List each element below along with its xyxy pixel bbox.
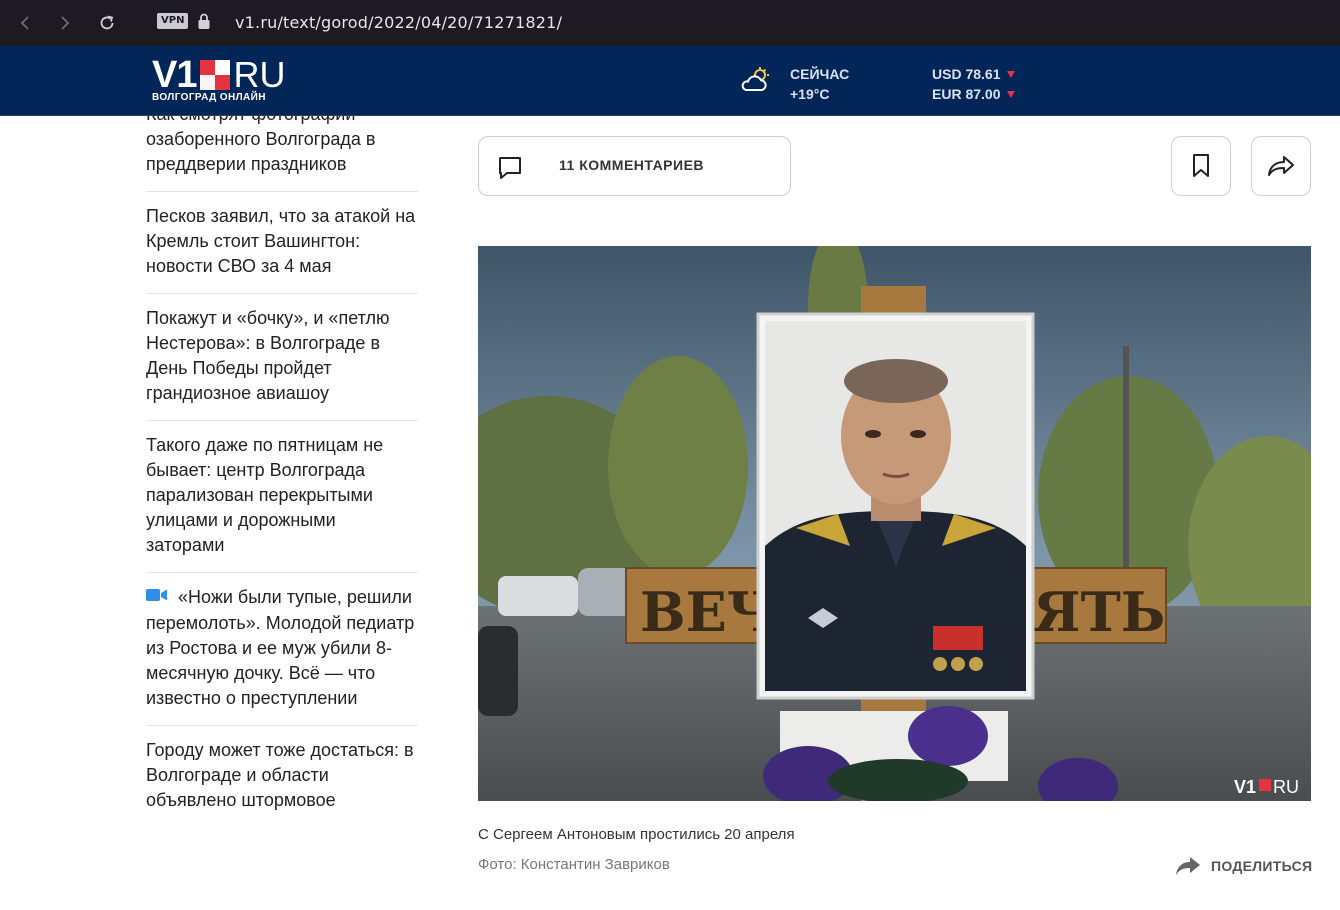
share-arrow-icon [1268, 156, 1294, 176]
photo-watermark-v1: V1 [1234, 777, 1256, 797]
comments-button[interactable]: 11 КОММЕНТАРИЕВ [478, 136, 791, 196]
news-item[interactable]: Городу может тоже достаться: в Волгоград… [146, 726, 418, 827]
bookmark-button[interactable] [1171, 136, 1231, 196]
chevron-right-icon [61, 16, 70, 30]
site-header: V1 RU ВОЛГОГРАД ОНЛАЙН СЕЙЧАС +19°C USD … [0, 46, 1340, 116]
reload-icon [100, 15, 114, 30]
logo-ru-text: RU [233, 54, 286, 95]
news-item-title: «Ножи были тупые, решили перемолоть». Мо… [146, 587, 415, 708]
article-photo[interactable]: ВЕЧН ЯТЬ V1 RU [478, 246, 1311, 801]
news-item[interactable]: Песков заявил, что за атакой на Кремль с… [146, 192, 418, 294]
weather-partly-cloudy-icon [740, 66, 772, 99]
news-item[interactable]: «Ножи были тупые, решили перемолоть». Мо… [146, 573, 418, 726]
down-arrow-icon [1007, 70, 1016, 78]
back-button[interactable] [14, 12, 36, 34]
photo-credit: Фото: Константин Завриков [478, 856, 670, 873]
weather-temperature: +19°C [790, 86, 830, 102]
browser-toolbar: VPN v1.ru/text/gorod/2022/04/20/71271821… [0, 0, 1340, 46]
news-item-title: Такого даже по пятницам не бывает: центр… [146, 435, 384, 555]
news-item-title: Как смотрят фотографии озаборенного Волг… [146, 116, 376, 174]
bookmark-icon [1193, 154, 1209, 177]
photo-sign-right: ЯТЬ [1033, 580, 1165, 644]
news-item-title: Городу может тоже достаться: в Волгоград… [146, 739, 414, 810]
usd-rate: USD 78.61 [932, 66, 1001, 82]
sidebar-news-list: Как смотрят фотографии озаборенного Волг… [146, 116, 418, 910]
video-camera-icon [146, 584, 168, 609]
news-item-title: Песков заявил, что за атакой на Кремль с… [146, 206, 416, 276]
weather-label: СЕЙЧАС [790, 66, 850, 82]
eur-rate: EUR 87.00 [932, 86, 1001, 102]
comment-icon [496, 154, 524, 187]
logo-subtitle: ВОЛГОГРАД ОНЛАЙН [152, 92, 266, 103]
url-host: v1.ru [235, 13, 278, 32]
news-item[interactable]: Покажут и «бочку», и «петлю Нестерова»: … [146, 294, 418, 421]
address-bar[interactable]: v1.ru/text/gorod/2022/04/20/71271821/ [235, 13, 562, 32]
down-arrow-icon [1007, 90, 1016, 98]
comments-count-label: 11 КОММЕНТАРИЕВ [559, 157, 705, 173]
photo-watermark-ru: RU [1273, 777, 1299, 797]
logo-square-icon [200, 60, 231, 90]
forward-button[interactable] [54, 12, 76, 34]
lock-icon[interactable] [197, 12, 211, 35]
reload-button[interactable] [96, 12, 118, 34]
logo-v1-text: V1 [152, 54, 197, 96]
share-arrow-icon [1176, 857, 1200, 875]
photo-illustration: ВЕЧН ЯТЬ V1 RU [478, 246, 1311, 801]
news-item-title: Покажут и «бочку», и «петлю Нестерова»: … [146, 308, 390, 403]
url-path: /text/gorod/2022/04/20/71271821/ [277, 13, 563, 32]
vpn-badge[interactable]: VPN [157, 13, 189, 29]
photo-caption: С Сергеем Антоновым простились 20 апреля [478, 826, 795, 843]
chevron-left-icon [20, 16, 29, 30]
news-item[interactable]: Как смотрят фотографии озаборенного Волг… [146, 116, 418, 192]
news-item[interactable]: Такого даже по пятницам не бывает: центр… [146, 421, 418, 573]
share-button[interactable] [1251, 136, 1311, 196]
share-label: ПОДЕЛИТЬСЯ [1211, 858, 1313, 874]
weather-widget[interactable]: СЕЙЧАС +19°C [790, 64, 849, 104]
site-logo[interactable]: V1 RU ВОЛГОГРАД ОНЛАЙН [152, 54, 286, 103]
share-link[interactable]: ПОДЕЛИТЬСЯ [1175, 856, 1312, 876]
currency-widget[interactable]: USD 78.61 EUR 87.00 [932, 64, 1016, 104]
